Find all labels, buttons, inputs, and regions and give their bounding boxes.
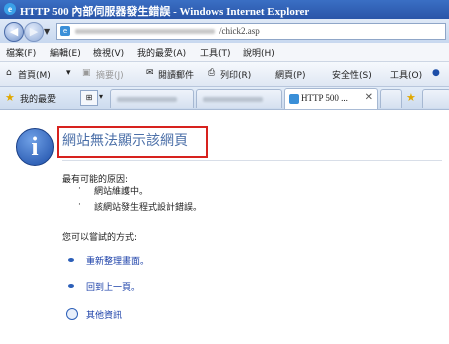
window-title: HTTP 500 內部伺服器發生錯誤 - Windows Internet Ex… <box>20 6 310 18</box>
favorites-label[interactable]: 我的最愛 <box>20 92 56 105</box>
menu-file[interactable]: 檔案(F) <box>6 46 36 59</box>
print-icon[interactable]: ⎙ <box>208 68 215 78</box>
cause-item: 網站維護中。 <box>94 187 149 197</box>
history-dropdown-icon[interactable]: ▼ <box>44 27 50 36</box>
mail-icon[interactable]: ✉ <box>146 68 154 78</box>
quick-tabs-icon[interactable]: ⊞ <box>80 90 98 106</box>
tab-bar: ★ 我的最愛 ⊞ ▾ HTTP 500 ... ✕ ★ <box>0 87 449 110</box>
add-favorite-icon[interactable]: ★ <box>406 91 416 104</box>
quick-tabs-dropdown-icon[interactable]: ▾ <box>99 92 103 101</box>
new-tab-button[interactable] <box>380 89 402 108</box>
help-icon[interactable]: ● <box>432 68 440 78</box>
menu-help[interactable]: 說明(H) <box>243 46 275 59</box>
home-button[interactable]: 首頁(M) <box>18 68 51 81</box>
command-bar: ⌂ 首頁(M) ▾ ▣ 摘要(J) ✉ 閱讀郵件 ⎙ 列印(R) 網頁(P) 安… <box>0 62 449 87</box>
read-mail-button[interactable]: 閱讀郵件 <box>158 68 194 81</box>
go-back-link[interactable]: 回到上一頁。 <box>86 280 140 293</box>
active-tab-label: HTTP 500 ... <box>301 93 348 103</box>
link-bullet-icon <box>68 258 74 262</box>
safety-button[interactable]: 安全性(S) <box>332 68 372 81</box>
menu-favorites[interactable]: 我的最愛(A) <box>137 46 186 59</box>
cause-bullet-icon: · <box>78 184 81 194</box>
tab-close-icon[interactable]: ✕ <box>365 92 373 103</box>
forward-button[interactable]: ▶ <box>24 22 44 42</box>
highlight-box <box>57 126 208 158</box>
back-arrow-icon: ◀ <box>9 25 19 38</box>
redacted-tab-title <box>117 97 177 102</box>
tab-blurred-1[interactable] <box>110 89 194 108</box>
home-icon[interactable]: ⌂ <box>6 68 12 78</box>
feeds-button[interactable]: 摘要(J) <box>96 68 124 81</box>
forward-arrow-icon: ▶ <box>29 25 39 38</box>
back-button[interactable]: ◀ <box>4 22 24 42</box>
ie-logo-icon: e <box>4 3 16 15</box>
tools-button[interactable]: 工具(O) <box>390 68 422 81</box>
tab-active-http500[interactable]: HTTP 500 ... ✕ <box>284 88 378 109</box>
print-button[interactable]: 列印(R) <box>220 68 251 81</box>
cause-bullet-icon: · <box>78 200 81 210</box>
redacted-tab-title <box>203 97 263 102</box>
try-title: 您可以嘗試的方式: <box>62 233 138 243</box>
more-info-expand-icon[interactable] <box>66 308 78 320</box>
address-bar[interactable]: e /chick2.asp <box>56 23 446 40</box>
feeds-icon[interactable]: ▣ <box>82 68 91 78</box>
menu-view[interactable]: 檢視(V) <box>93 46 124 59</box>
tab-blurred-2[interactable] <box>196 89 282 108</box>
tab-page-icon <box>289 94 299 104</box>
more-info-link[interactable]: 其他資訊 <box>86 308 122 321</box>
error-page-content: i 網站無法顯示該網頁 最有可能的原因: · 網站維護中。 · 該網站發生程式設… <box>0 110 449 344</box>
home-dropdown-icon[interactable]: ▾ <box>66 68 71 78</box>
title-bar: e HTTP 500 內部伺服器發生錯誤 - Windows Internet … <box>0 0 449 19</box>
cause-item: 該網站發生程式設計錯誤。 <box>94 203 203 213</box>
menu-edit[interactable]: 編輯(E) <box>50 46 81 59</box>
menu-tools[interactable]: 工具(T) <box>200 46 231 59</box>
page-icon: e <box>60 26 70 36</box>
info-icon: i <box>16 128 54 166</box>
menu-bar: 檔案(F) 編輯(E) 檢視(V) 我的最愛(A) 工具(T) 說明(H) <box>0 43 449 62</box>
redacted-url <box>75 29 215 34</box>
address-row: ◀ ▶ ▼ e /chick2.asp <box>0 19 449 43</box>
link-bullet-icon <box>68 284 74 288</box>
tab-blurred-3[interactable] <box>422 89 449 108</box>
page-button[interactable]: 網頁(P) <box>275 68 305 81</box>
heading-divider <box>62 160 442 161</box>
refresh-link[interactable]: 重新整理畫面。 <box>86 254 149 267</box>
address-url[interactable]: /chick2.asp <box>219 26 260 36</box>
favorites-star-icon[interactable]: ★ <box>5 91 15 104</box>
